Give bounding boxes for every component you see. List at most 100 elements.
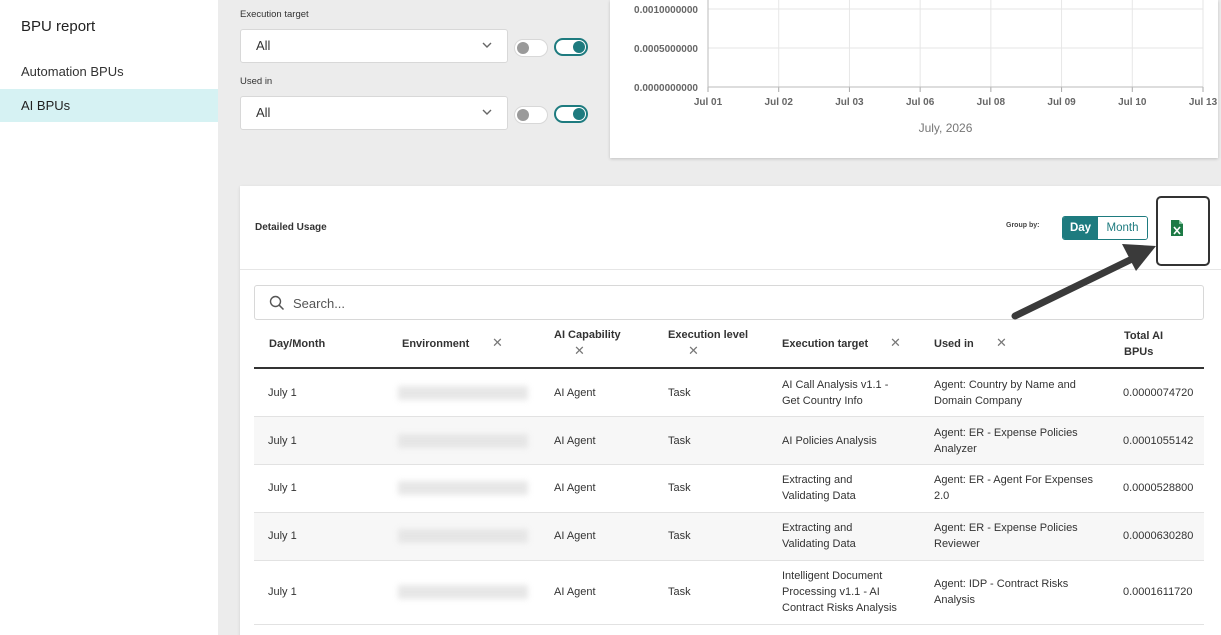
cell-day: July 1 <box>268 530 297 542</box>
col-header-total-ai-bpus[interactable]: Total AI BPUs <box>1124 328 1184 360</box>
cell-capability: AI Agent <box>554 482 596 494</box>
col-header-execution-target[interactable]: Execution target <box>782 336 868 352</box>
used-in-label: Used in <box>240 76 273 87</box>
cell-used-in: Agent: ER - Expense Policies Reviewer <box>934 522 1078 550</box>
cell-capability: AI Agent <box>554 387 596 399</box>
environment-redacted <box>398 529 528 543</box>
execution-target-label: Execution target <box>240 9 309 20</box>
cell-level: Task <box>668 482 691 494</box>
environment-redacted <box>398 585 528 599</box>
col-header-label: Total AI BPUs <box>1124 330 1164 358</box>
search-icon <box>269 295 285 311</box>
table-row[interactable]: July 1 AI Agent Task Intelligent Documen… <box>254 561 1204 625</box>
table-row[interactable]: July 1 AI Agent Task AI Call Analysis v1… <box>254 370 1204 417</box>
environment-redacted <box>398 481 528 495</box>
cell-total: 0.0001055142 <box>1123 435 1194 447</box>
table-row[interactable]: July 1 AI Agent Task AI Policies Analysi… <box>254 417 1204 465</box>
clear-filter-used-in-icon[interactable]: ✕ <box>996 335 1007 352</box>
toggle-knob <box>517 42 529 54</box>
x-tick-label: Jul 13 <box>1189 97 1218 108</box>
cell-target: AI Call Analysis v1.1 - Get Country Info <box>782 379 889 407</box>
col-header-label: Execution target <box>782 338 869 350</box>
used-in-toggle-on[interactable] <box>554 105 588 123</box>
excel-export-icon[interactable] <box>1170 219 1184 237</box>
cell-used-in: Agent: ER - Agent For Expenses 2.0 <box>934 474 1093 502</box>
group-by-month-button[interactable]: Month <box>1098 217 1147 239</box>
x-tick-label: Jul 09 <box>1047 97 1076 108</box>
cell-total: 0.0000528800 <box>1123 482 1194 494</box>
cell-used-in: Agent: Country by Name and Domain Compan… <box>934 379 1076 407</box>
col-header-environment[interactable]: Environment <box>402 336 469 352</box>
execution-target-toggle-off[interactable] <box>514 39 548 57</box>
execution-target-value: All <box>256 38 271 53</box>
x-tick-label: Jul 02 <box>765 97 794 108</box>
col-header-day-month[interactable]: Day/Month <box>269 336 325 352</box>
chevron-down-icon <box>482 109 492 115</box>
x-tick-label: Jul 06 <box>906 97 935 108</box>
y-tick-label: 0.0010000000 <box>634 5 698 16</box>
clear-filter-environment-icon[interactable]: ✕ <box>492 335 503 352</box>
table-row[interactable]: July 1 AI Agent Task Extracting and Vali… <box>254 465 1204 513</box>
search-box <box>254 285 1204 320</box>
cell-capability: AI Agent <box>554 586 596 598</box>
sidebar: BPU report Automation BPUs AI BPUs <box>0 0 218 635</box>
group-by-toggle: Day Month <box>1062 216 1148 240</box>
cell-level: Task <box>668 387 691 399</box>
cell-total: 0.0000630280 <box>1123 530 1194 542</box>
used-in-value: All <box>256 105 271 120</box>
cell-level: Task <box>668 435 691 447</box>
col-header-label: Used in <box>934 338 974 350</box>
sidebar-item-ai-bpus[interactable]: AI BPUs <box>0 89 218 122</box>
environment-redacted <box>398 386 528 400</box>
cell-day: July 1 <box>268 387 297 399</box>
cell-level: Task <box>668 530 691 542</box>
card-divider <box>240 269 1221 270</box>
table-row[interactable]: July 1 AI Agent Task Extracting and Vali… <box>254 513 1204 561</box>
col-header-used-in[interactable]: Used in <box>934 336 974 352</box>
execution-target-toggle-on[interactable] <box>554 38 588 56</box>
y-tick-label: 0.0005000000 <box>634 44 698 55</box>
cell-target: Extracting and Validating Data <box>782 522 856 550</box>
clear-filter-execution-target-icon[interactable]: ✕ <box>890 335 901 352</box>
cell-capability: AI Agent <box>554 435 596 447</box>
execution-target-select[interactable]: All <box>240 29 508 63</box>
bpu-line-chart: 0.00000000000.00050000000.00100000000.00… <box>634 0 1218 135</box>
export-highlight-frame <box>1156 196 1210 266</box>
col-header-label: AI Capability <box>554 329 621 341</box>
environment-redacted <box>398 434 528 448</box>
chevron-down-icon <box>482 42 492 48</box>
group-by-day-button[interactable]: Day <box>1063 217 1098 239</box>
cell-target: Extracting and Validating Data <box>782 474 856 502</box>
toggle-knob <box>573 108 585 120</box>
x-axis-title: July, 2026 <box>919 121 973 135</box>
x-tick-label: Jul 08 <box>977 97 1006 108</box>
clear-filter-execution-level-icon[interactable]: ✕ <box>688 343 699 360</box>
detailed-usage-title: Detailed Usage <box>255 222 327 233</box>
used-in-select[interactable]: All <box>240 96 508 130</box>
cell-day: July 1 <box>268 435 297 447</box>
cell-capability: AI Agent <box>554 530 596 542</box>
col-header-execution-level[interactable]: Execution level <box>668 327 748 343</box>
search-input[interactable] <box>293 292 1173 314</box>
bpu-chart-card: 0.00000000000.00050000000.00100000000.00… <box>610 0 1218 158</box>
col-header-ai-capability[interactable]: AI Capability <box>554 327 621 343</box>
toggle-knob <box>517 109 529 121</box>
col-header-label: Execution level <box>668 329 749 341</box>
table-header: Day/Month Environment ✕ AI Capability ✕ … <box>254 320 1204 369</box>
x-tick-label: Jul 03 <box>835 97 864 108</box>
clear-filter-ai-capability-icon[interactable]: ✕ <box>574 343 585 360</box>
toggle-knob <box>573 41 585 53</box>
col-header-label: Environment <box>402 338 470 350</box>
y-tick-label: 0.0000000000 <box>634 83 698 94</box>
detailed-usage-card: Detailed Usage Group by: Day Month Day/M… <box>240 186 1221 635</box>
sidebar-title: BPU report <box>21 18 96 35</box>
used-in-toggle-off[interactable] <box>514 106 548 124</box>
cell-used-in: Agent: IDP - Contract Risks Analysis <box>934 578 1069 606</box>
sidebar-item-automation-bpus[interactable]: Automation BPUs <box>0 55 218 88</box>
cell-day: July 1 <box>268 482 297 494</box>
x-tick-label: Jul 01 <box>694 97 723 108</box>
cell-target: AI Policies Analysis <box>782 435 877 447</box>
x-tick-label: Jul 10 <box>1118 97 1147 108</box>
filters-panel: Execution target All Used in All <box>218 0 598 170</box>
cell-level: Task <box>668 586 691 598</box>
